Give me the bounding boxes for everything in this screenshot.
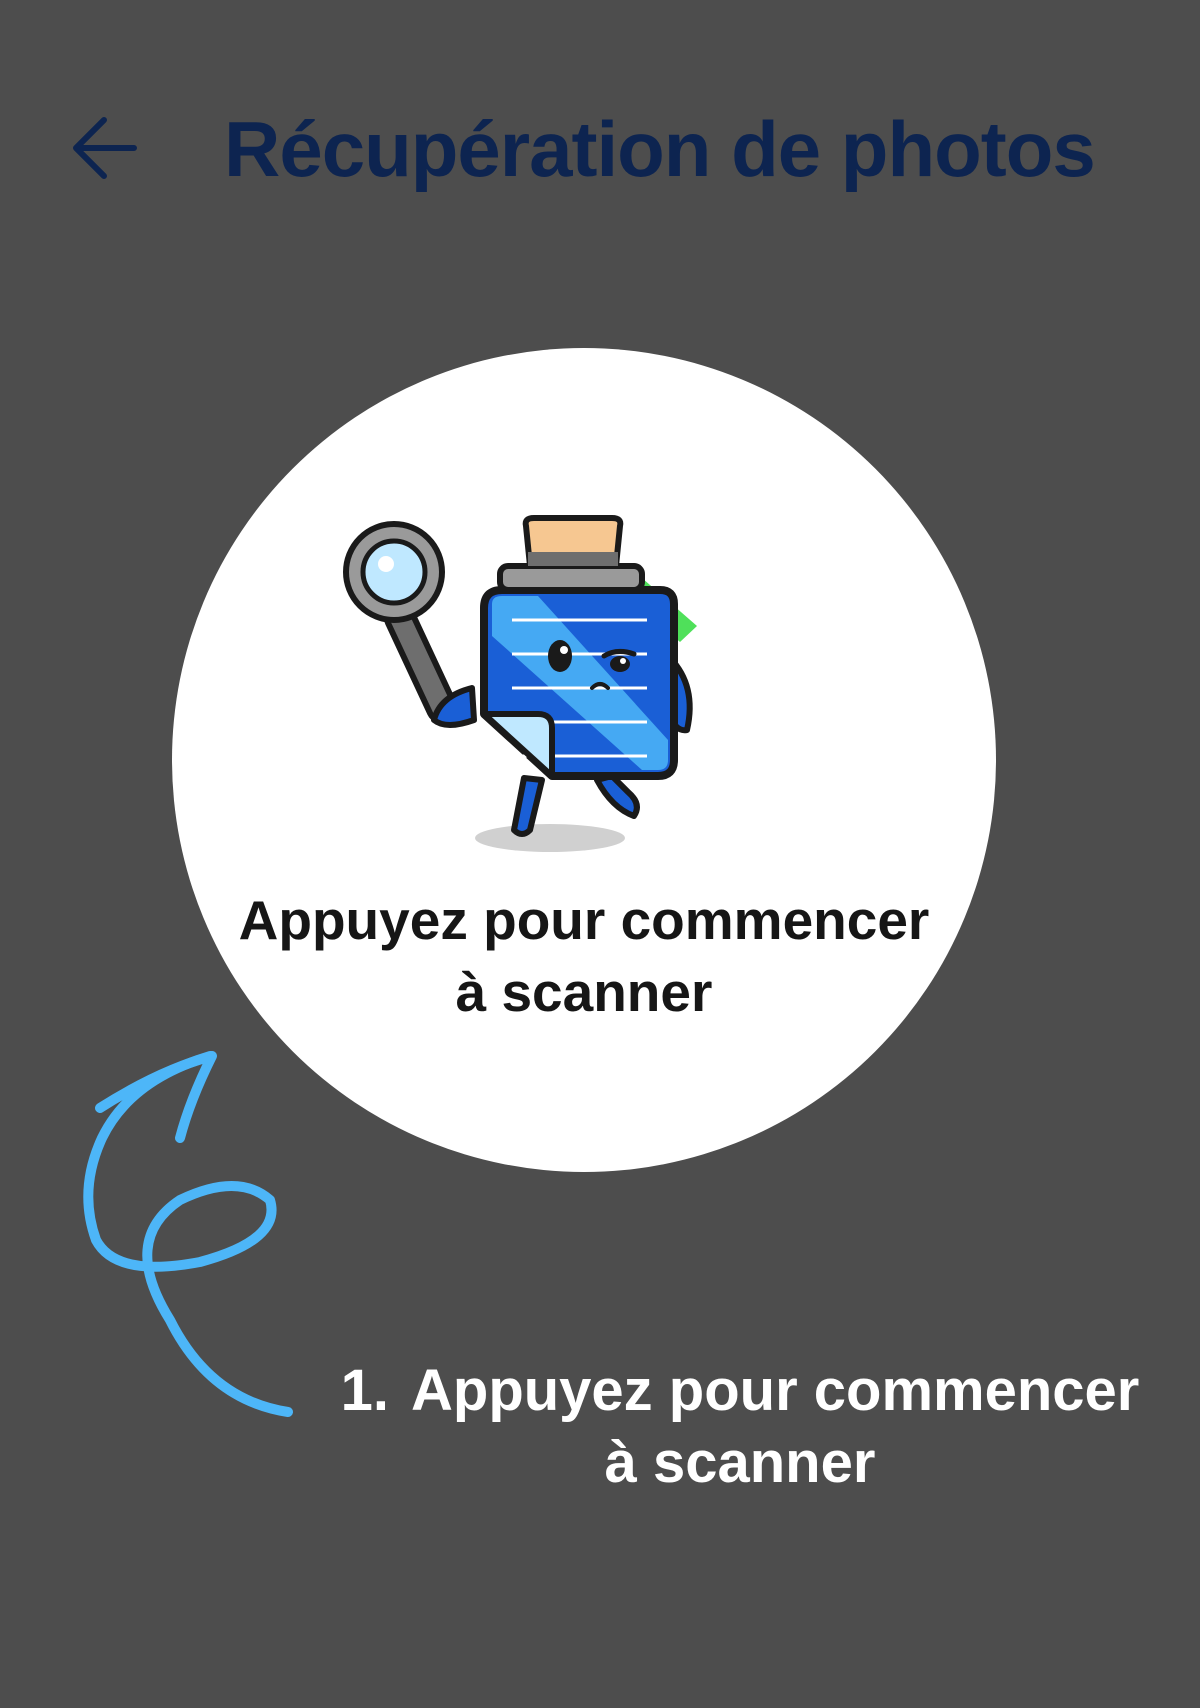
detective-mascot-illustration	[343, 515, 697, 852]
start-scan-label-line2: à scanner	[455, 961, 713, 1023]
arrow-left-icon	[73, 117, 137, 179]
hint-step-number: 1.	[340, 1358, 389, 1423]
curved-arrow-icon	[83, 1051, 293, 1417]
hint-caption-line2: à scanner	[604, 1430, 876, 1495]
header: Récupération de photos	[0, 0, 1200, 300]
hint-step-text: Appuyez pour commencer	[411, 1358, 1140, 1423]
start-scan-label: Appuyez pour commencer à scanner	[172, 884, 996, 1028]
back-button[interactable]	[68, 110, 144, 186]
hint-caption-line1: 1. Appuyez pour commencer	[300, 1355, 1180, 1427]
start-scan-label-line1: Appuyez pour commencer	[238, 889, 930, 951]
page-title: Récupération de photos	[224, 105, 1096, 193]
hint-caption: 1. Appuyez pour commencer à scanner	[300, 1355, 1180, 1499]
